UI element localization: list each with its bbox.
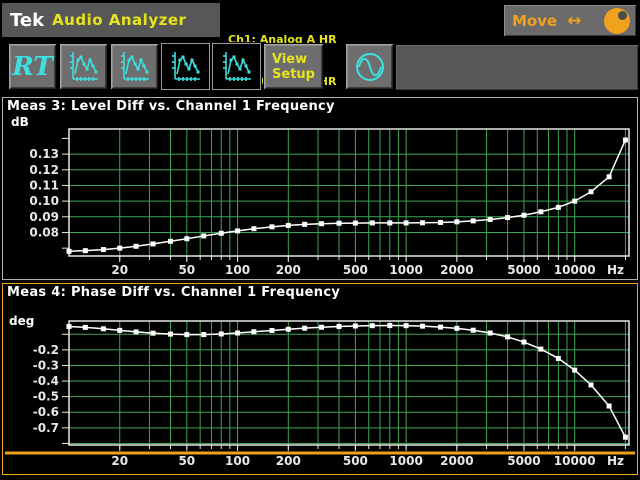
meas4-panel[interactable]: Meas 4: Phase Diff vs. Channel 1 Frequen…: [2, 283, 638, 475]
toolbar-button-display-3[interactable]: [161, 43, 210, 90]
svg-text:-0.3: -0.3: [33, 358, 59, 372]
svg-text:-0.7: -0.7: [33, 421, 59, 435]
svg-text:0.12: 0.12: [29, 163, 59, 177]
waveform-chart-icon: [118, 49, 152, 85]
svg-text:500: 500: [343, 454, 368, 468]
svg-text:20: 20: [111, 263, 128, 277]
svg-text:Hz: Hz: [607, 263, 624, 277]
svg-text:10000: 10000: [554, 263, 596, 277]
toolbar-button-display-2[interactable]: [110, 43, 159, 90]
svg-text:0.08: 0.08: [29, 225, 59, 239]
left-right-arrow-icon: ↔: [567, 16, 581, 26]
toolbar-button-generator[interactable]: [345, 43, 394, 90]
svg-text:100: 100: [225, 263, 250, 277]
svg-text:0.09: 0.09: [29, 210, 59, 224]
svg-text:-0.5: -0.5: [33, 390, 59, 404]
meas4-plot: 20 50 100 200 500 1000 2000 5000 10000 Hz -0.2-0.3…: [3, 284, 637, 474]
toolbar-button-rt[interactable]: RT: [8, 43, 57, 90]
svg-text:2000: 2000: [440, 263, 473, 277]
view-setup-label: ViewSetup: [272, 52, 315, 82]
svg-text:20: 20: [111, 454, 128, 468]
knob-icon: [604, 8, 630, 34]
toolbar-button-view-setup[interactable]: ViewSetup: [263, 43, 324, 90]
svg-text:1000: 1000: [389, 454, 422, 468]
svg-text:500: 500: [343, 263, 368, 277]
meas3-panel[interactable]: Meas 3: Level Diff vs. Channel 1 Frequen…: [2, 97, 638, 280]
meas3-plot: 20 50 100 200 500 1000 2000 5000 10000 Hz 0.13 0.12…: [3, 98, 637, 279]
svg-text:2000: 2000: [440, 454, 473, 468]
sine-wave-icon: [352, 49, 388, 85]
toolbar: RT ViewSetup: [8, 43, 396, 90]
svg-text:10000: 10000: [554, 454, 596, 468]
waveform-chart-icon: [67, 49, 101, 85]
waveform-chart-icon: [220, 49, 254, 85]
app-title: Audio Analyzer: [52, 11, 186, 29]
rt-label: RT: [12, 52, 53, 82]
svg-text:100: 100: [225, 454, 250, 468]
move-button-label: Move: [512, 12, 557, 30]
svg-text:50: 50: [178, 263, 195, 277]
waveform-chart-icon: [169, 49, 203, 85]
toolbar-button-display-4[interactable]: [212, 43, 261, 90]
svg-text:Hz: Hz: [607, 454, 624, 468]
svg-text:0.10: 0.10: [29, 194, 59, 208]
svg-text:0.13: 0.13: [29, 147, 59, 161]
svg-text:0.11: 0.11: [29, 178, 59, 192]
svg-text:-0.2: -0.2: [33, 343, 59, 357]
svg-text:200: 200: [276, 263, 301, 277]
svg-text:5000: 5000: [507, 263, 540, 277]
svg-text:-0.6: -0.6: [33, 405, 59, 419]
tek-logo: Tek: [10, 10, 44, 31]
move-button[interactable]: Move ↔: [502, 3, 638, 38]
svg-text:-0.4: -0.4: [33, 374, 59, 388]
toolbar-spacer-panel: [396, 45, 638, 90]
svg-text:50: 50: [178, 454, 195, 468]
title-panel: Tek Audio Analyzer: [2, 3, 220, 37]
knob-indicator-dot: [618, 11, 627, 20]
svg-text:1000: 1000: [389, 263, 422, 277]
svg-text:200: 200: [276, 454, 301, 468]
svg-text:5000: 5000: [507, 454, 540, 468]
toolbar-button-display-1[interactable]: [59, 43, 108, 90]
